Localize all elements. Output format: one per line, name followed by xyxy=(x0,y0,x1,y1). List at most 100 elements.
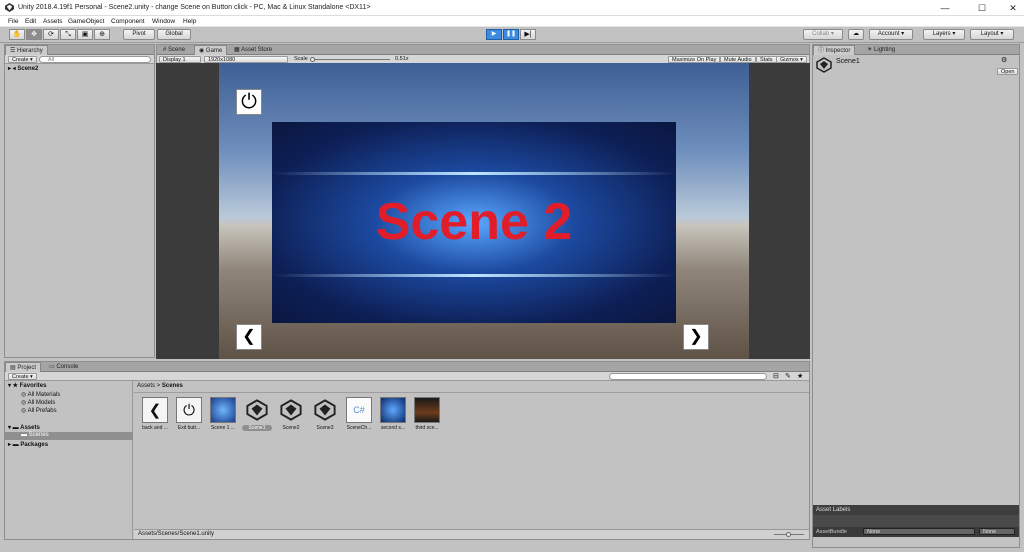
transform-tool-icon[interactable]: ⊕ xyxy=(94,29,110,40)
favorite-star-icon[interactable]: ★ xyxy=(797,372,803,380)
back-arrow-icon: ❮ xyxy=(142,397,168,423)
cloud-icon[interactable]: ☁ xyxy=(848,29,864,40)
asset-item[interactable]: Scene3 xyxy=(310,397,340,431)
tab-asset-store[interactable]: ▦ Asset Store xyxy=(230,45,276,55)
tab-inspector[interactable]: ⓘ Inspector xyxy=(813,45,856,55)
layout-dropdown[interactable]: Layout ▾ xyxy=(970,29,1014,40)
tab-console[interactable]: ▭ Console xyxy=(45,362,82,372)
next-scene-button[interactable]: ❯ xyxy=(683,324,709,350)
chevron-left-icon: ❮ xyxy=(242,328,256,345)
menu-edit[interactable]: Edit xyxy=(25,18,36,25)
asset-item[interactable]: Scene 1 ... xyxy=(208,397,238,431)
window-title: Unity 2018.4.19f1 Personal - Scene2.unit… xyxy=(18,4,371,11)
hierarchy-search-input[interactable]: All xyxy=(39,56,151,63)
asset-label: Exit butt... xyxy=(177,425,201,431)
layers-dropdown[interactable]: Layers ▾ xyxy=(923,29,965,40)
stats-toggle[interactable]: Stats xyxy=(756,56,777,63)
mute-audio-toggle[interactable]: Mute Audio xyxy=(720,56,756,63)
asset-item[interactable]: third sce... xyxy=(412,397,442,431)
filter-type-icon[interactable]: ⊟ xyxy=(773,372,779,380)
all-prefabs-label: All Prefabs xyxy=(27,408,57,414)
gizmos-dropdown[interactable]: Gizmos ▾ xyxy=(776,56,807,63)
tab-lighting[interactable]: ☀ Lighting xyxy=(863,45,899,55)
account-dropdown[interactable]: Account ▾ xyxy=(869,29,913,40)
scenes-folder-node[interactable]: ▬ Scenes xyxy=(5,432,133,440)
hand-tool-icon[interactable]: ✋ xyxy=(9,29,25,40)
menu-window[interactable]: Window xyxy=(152,18,175,25)
project-toolbar: Create ▾ ⊟ ✎ ★ xyxy=(5,372,809,381)
filter-label-icon[interactable]: ✎ xyxy=(785,372,791,380)
asset-item[interactable]: ⏻ Exit butt... xyxy=(174,397,204,431)
menu-assets[interactable]: Assets xyxy=(43,18,63,25)
asset-bundle-variant-dropdown[interactable]: None xyxy=(979,528,1015,535)
light-flare xyxy=(272,274,676,277)
project-tabbar: ▤ Project ▭ Console xyxy=(5,362,809,372)
tab-inspector-label: Inspector xyxy=(825,48,851,54)
collab-dropdown[interactable]: Collab ▾ xyxy=(803,29,843,40)
scene-title-text: Scene 2 xyxy=(375,193,573,251)
favorite-all-prefabs[interactable]: ◎ All Prefabs xyxy=(21,407,57,414)
close-button[interactable]: ✕ xyxy=(998,0,1024,16)
assets-folder-label: Assets xyxy=(20,425,40,431)
layers-label: Layers xyxy=(932,31,951,37)
hierarchy-scene-row[interactable]: ▸ ◂ Scene2 xyxy=(8,65,38,72)
project-tree: ▾ ★ Favorites ◎ All Materials ◎ All Mode… xyxy=(5,381,133,539)
pivot-label: Pivot xyxy=(132,31,146,37)
asset-label: Scene3 xyxy=(316,425,334,431)
favorites-label: Favorites xyxy=(19,383,47,389)
scale-label: Scale xyxy=(294,56,308,62)
move-tool-icon[interactable]: ✥ xyxy=(26,29,42,40)
menu-component[interactable]: Component xyxy=(111,18,145,25)
exit-power-button[interactable]: ⏻ xyxy=(236,89,262,115)
step-button[interactable]: ▶| xyxy=(520,29,536,40)
tab-project[interactable]: ▤ Project xyxy=(5,362,42,372)
favorite-all-materials[interactable]: ◎ All Materials xyxy=(21,391,60,398)
project-create-button[interactable]: Create ▾ xyxy=(8,373,37,380)
scale-slider-handle[interactable] xyxy=(310,57,315,62)
asset-item[interactable]: Scene2 xyxy=(276,397,306,431)
maximize-button[interactable]: ☐ xyxy=(967,0,997,16)
tab-game[interactable]: ◉ Game xyxy=(194,45,228,55)
breadcrumb-assets[interactable]: Assets xyxy=(137,383,155,389)
asset-item[interactable]: Scene1 xyxy=(242,397,272,431)
menu-file[interactable]: File xyxy=(8,18,18,25)
project-search-input[interactable] xyxy=(609,373,767,380)
minimize-button[interactable]: — xyxy=(930,0,960,16)
asset-labels-header[interactable]: Asset Labels xyxy=(813,505,1019,515)
game-letterbox-right xyxy=(749,63,810,359)
rotate-tool-icon[interactable]: ⟳ xyxy=(43,29,59,40)
scale-slider-track[interactable] xyxy=(310,59,390,60)
asset-label: Scene2 xyxy=(282,425,300,431)
rect-tool-icon[interactable]: ▣ xyxy=(77,29,93,40)
icon-size-slider-handle[interactable] xyxy=(786,532,791,537)
pivot-toggle[interactable]: Pivot xyxy=(123,29,155,40)
favorites-node[interactable]: ▾ ★ Favorites xyxy=(8,382,46,389)
global-toggle[interactable]: Global xyxy=(157,29,191,40)
maximize-on-play-toggle[interactable]: Maximize On Play xyxy=(668,56,721,63)
packages-folder-node[interactable]: ▸ ▬ Packages xyxy=(8,441,48,448)
display-dropdown[interactable]: Display 1 xyxy=(159,56,201,63)
breadcrumb-scenes[interactable]: Scenes xyxy=(162,383,183,389)
assets-folder-node[interactable]: ▾ ▬ Assets xyxy=(8,424,40,431)
hierarchy-create-button[interactable]: Create ▾ xyxy=(8,56,37,63)
menu-help[interactable]: Help xyxy=(183,18,196,25)
open-button[interactable]: Open xyxy=(997,68,1019,75)
tab-hierarchy[interactable]: ☰ Hierarchy xyxy=(5,45,48,55)
scale-tool-icon[interactable]: ⤡ xyxy=(60,29,76,40)
asset-bundle-row: AssetBundle None None xyxy=(813,527,1019,537)
asset-item[interactable]: ❮ back and ... xyxy=(140,397,170,431)
favorite-all-models[interactable]: ◎ All Models xyxy=(21,399,55,406)
previous-scene-button[interactable]: ❮ xyxy=(236,324,262,350)
breadcrumb: Assets > Scenes xyxy=(137,383,183,389)
play-button[interactable]: ▶ xyxy=(486,29,502,40)
menu-gameobject[interactable]: GameObject xyxy=(68,18,105,25)
resolution-dropdown[interactable]: 1920x1080 xyxy=(204,56,288,63)
asset-label: SceneCh... xyxy=(346,425,372,431)
asset-bundle-dropdown[interactable]: None xyxy=(863,528,975,535)
tab-scene[interactable]: # Scene xyxy=(159,45,189,55)
asset-item[interactable]: second s... xyxy=(378,397,408,431)
unity-scene-icon xyxy=(816,57,832,73)
pause-button[interactable]: ❚❚ xyxy=(503,29,519,40)
settings-icon[interactable]: ⚙ xyxy=(1001,56,1007,64)
asset-item[interactable]: C# SceneCh... xyxy=(344,397,374,431)
